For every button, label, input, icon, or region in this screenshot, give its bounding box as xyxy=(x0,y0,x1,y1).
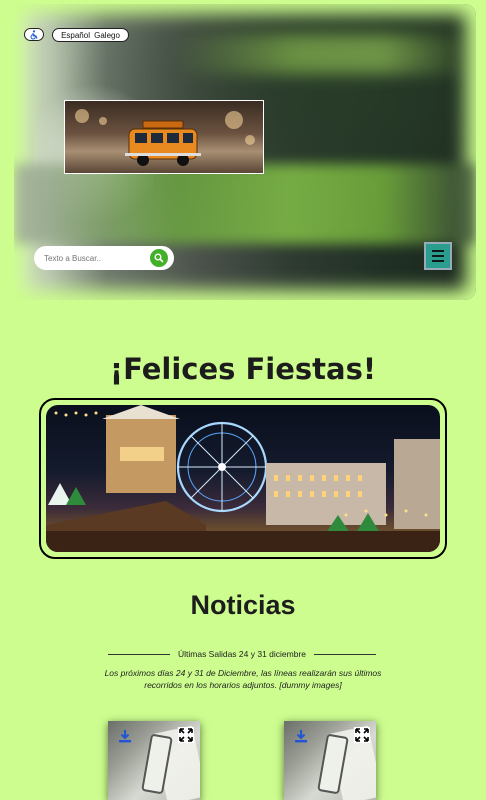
christmas-market-illustration xyxy=(46,405,440,552)
hamburger-icon xyxy=(432,250,444,252)
divider xyxy=(108,653,170,655)
news-section-title: Noticias xyxy=(190,590,296,620)
fullscreen-icon[interactable] xyxy=(354,727,370,743)
search-icon xyxy=(154,253,164,263)
news-item-body: Los próximos días 24 y 31 de Diciembre, … xyxy=(104,668,382,690)
divider xyxy=(314,653,376,655)
menu-button[interactable] xyxy=(424,242,452,270)
download-icon[interactable] xyxy=(294,729,308,743)
language-switcher: Español Galego xyxy=(52,28,129,42)
news-item-header: Últimas Salidas 24 y 31 diciembre xyxy=(108,648,376,660)
banner-frame xyxy=(39,398,447,559)
hero-blur-accent xyxy=(174,34,474,74)
toy-van-image xyxy=(125,120,201,166)
attachment-thumbnail[interactable] xyxy=(284,721,376,800)
search-bar xyxy=(34,246,174,270)
search-input[interactable] xyxy=(44,253,144,263)
christmas-market-image[interactable] xyxy=(46,405,440,552)
hero-bus-blur xyxy=(14,164,476,244)
accessibility-button[interactable] xyxy=(24,28,44,41)
wheelchair-icon xyxy=(30,29,38,40)
page-title: ¡Felices Fiestas! xyxy=(109,352,377,386)
fullscreen-icon[interactable] xyxy=(178,727,194,743)
language-option-gl[interactable]: Galego xyxy=(94,31,120,40)
search-button[interactable] xyxy=(150,249,168,267)
attachment-thumbnail[interactable] xyxy=(108,721,200,800)
download-icon[interactable] xyxy=(118,729,132,743)
site-logo[interactable] xyxy=(64,100,264,174)
language-option-es[interactable]: Español xyxy=(61,31,90,40)
news-item-title[interactable]: Últimas Salidas 24 y 31 diciembre xyxy=(178,649,306,659)
